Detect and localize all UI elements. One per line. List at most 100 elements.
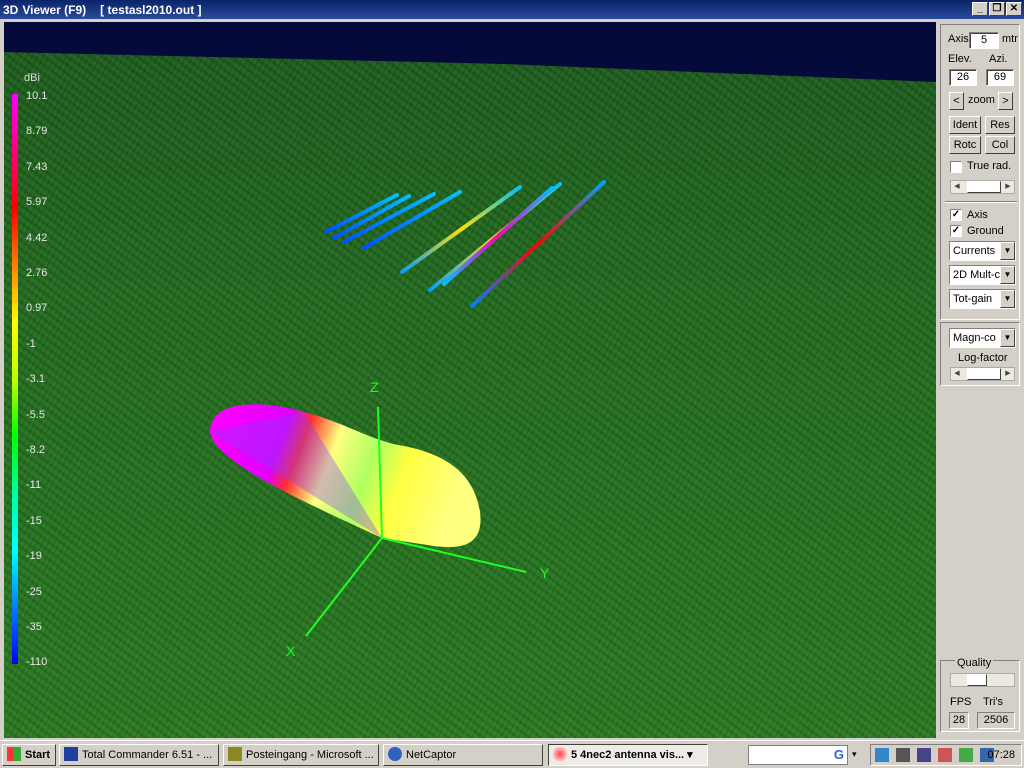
true-rad-checkbox[interactable] — [950, 161, 962, 173]
legend-value: -110 — [26, 656, 48, 669]
google-search-input[interactable]: G — [748, 745, 848, 765]
close-button[interactable]: ✕ — [1006, 2, 1022, 16]
system-tray: 07:28 — [870, 744, 1022, 766]
pattern-select[interactable]: 2D Mult-c ▼ — [949, 265, 1016, 285]
taskbar-item-netcaptor[interactable]: NetCaptor — [383, 744, 543, 766]
google-icon: G — [833, 747, 844, 762]
legend-value: 0.97 — [26, 302, 48, 315]
legend-value: -1 — [26, 337, 36, 350]
antenna-scene: Z Y X — [210, 180, 606, 659]
chevron-down-icon[interactable]: ▼ — [1000, 329, 1015, 347]
azi-label: Azi. — [989, 53, 1008, 65]
chevron-down-icon[interactable]: ▾ — [852, 749, 857, 760]
axis-checkbox[interactable]: ✓ — [950, 209, 962, 221]
axis-label-x: X — [286, 643, 296, 659]
axis-size-input[interactable]: 5 — [969, 32, 999, 49]
chevron-down-icon[interactable]: ▼ — [1000, 266, 1015, 284]
quality-slider[interactable] — [950, 673, 1015, 687]
3d-viewport[interactable]: Z Y X dBi 10.1 8.79 7.43 5.97 4.42 2.76 0.97 -1… — [4, 22, 936, 738]
taskbar-item-total-commander[interactable]: Total Commander 6.51 - ... — [59, 744, 219, 766]
quality-label: Quality — [955, 657, 994, 669]
pattern-select-value: 2D Mult-c — [953, 269, 1001, 281]
tray-icons[interactable] — [875, 748, 998, 762]
window-title: Viewer (F9) — [22, 2, 87, 17]
start-label: Start — [25, 749, 51, 761]
zoom-in-button[interactable]: > — [998, 92, 1013, 110]
legend-value: -35 — [26, 621, 42, 633]
view-group: Axis 5 mtr Elev. Azi. 26 69 < zoom > Ide… — [940, 24, 1020, 320]
tris-label: Tri's — [983, 696, 1004, 708]
taskbar-item-label: 5 4nec2 antenna vis... — [571, 749, 685, 761]
antenna-elements — [324, 180, 606, 308]
taskbar-item-label: Total Commander 6.51 - ... — [82, 749, 213, 761]
title-bar: 3D Viewer (F9) [ testasl2010.out ] _ ❐ ✕ — [0, 0, 1024, 19]
gain-select[interactable]: Tot-gain ▼ — [949, 289, 1016, 309]
true-rad-label: True rad. — [967, 160, 1012, 172]
res-button[interactable]: Res — [985, 116, 1015, 134]
legend-value: 7.43 — [26, 160, 48, 173]
zoom-out-button[interactable]: < — [949, 92, 964, 110]
outlook-icon — [228, 747, 242, 761]
axis-label-y: Y — [540, 565, 550, 581]
antenna-icon — [553, 747, 567, 761]
taskbar-item-posteingang[interactable]: Posteingang - Microsoft ... — [223, 744, 379, 766]
legend-value: 2.76 — [26, 267, 48, 279]
legend-value: -5.5 — [26, 408, 45, 421]
color-legend: dBi 10.1 8.79 7.43 5.97 4.42 2.76 0.97 -1 -3.1 -5… — [10, 70, 70, 670]
legend-unit: dBi — [24, 72, 40, 84]
window-file: [ testasl2010.out ] — [100, 2, 202, 17]
legend-value: -11 — [26, 479, 42, 492]
legend-value: 10.1 — [26, 90, 48, 102]
fps-value: 28 — [949, 712, 969, 729]
axis-label-z: Z — [370, 379, 379, 395]
chevron-down-icon[interactable]: ▼ — [1000, 290, 1015, 308]
rotc-button[interactable]: Rotc — [949, 136, 981, 154]
legend-value: -25 — [26, 585, 42, 598]
fps-label: FPS — [950, 696, 972, 708]
field-group: Magn-co ▼ Log-factor ◀ ▶ — [940, 322, 1020, 386]
divider — [945, 201, 1017, 203]
taskbar: Start Total Commander 6.51 - ... Postein… — [0, 740, 1024, 768]
log-factor-slider[interactable]: ◀ ▶ — [950, 367, 1015, 381]
legend-color-bar — [12, 94, 18, 664]
taskbar-item-4nec2[interactable]: 5 4nec2 antenna vis... ▾ — [548, 744, 708, 766]
minimize-button[interactable]: _ — [972, 2, 988, 16]
legend-value: -3.1 — [26, 373, 45, 386]
field-select-value: Magn-co — [953, 332, 996, 344]
log-factor-label: Log-factor — [958, 352, 1008, 364]
chevron-down-icon[interactable]: ▼ — [1000, 242, 1015, 260]
axis-label: Axis — [948, 33, 969, 45]
axis-unit: mtr — [1002, 33, 1018, 45]
windows-logo-icon — [7, 747, 21, 761]
netcaptor-icon — [388, 747, 402, 761]
legend-value: 4.42 — [26, 231, 48, 244]
clock: 07:28 — [987, 749, 1015, 761]
field-select[interactable]: Magn-co ▼ — [949, 328, 1016, 348]
floppy-icon — [64, 747, 78, 761]
legend-value: -19 — [26, 550, 42, 563]
start-button[interactable]: Start — [2, 744, 56, 766]
elev-input[interactable]: 26 — [949, 69, 977, 86]
tris-value: 2506 — [977, 712, 1015, 729]
quality-group: Quality FPS Tri's 28 2506 — [940, 657, 1020, 732]
axis-check-label: Axis — [967, 209, 988, 221]
ground-checkbox[interactable]: ✓ — [950, 225, 962, 237]
display-select-value: Currents — [953, 245, 996, 257]
taskbar-item-label: Posteingang - Microsoft ... — [246, 749, 374, 761]
true-rad-slider[interactable]: ◀ ▶ — [950, 180, 1015, 194]
col-button[interactable]: Col — [985, 136, 1015, 154]
maximize-button[interactable]: ❐ — [989, 2, 1005, 16]
legend-value: -8.2 — [26, 444, 45, 456]
legend-value: 5.97 — [26, 196, 48, 209]
ground-check-label: Ground — [967, 225, 1004, 237]
azi-input[interactable]: 69 — [986, 69, 1014, 86]
zoom-label: zoom — [968, 94, 995, 106]
ident-button[interactable]: Ident — [949, 116, 981, 134]
gain-select-value: Tot-gain — [953, 293, 993, 305]
legend-value: 8.79 — [26, 125, 48, 138]
legend-value: -15 — [26, 514, 42, 527]
display-select[interactable]: Currents ▼ — [949, 241, 1016, 261]
app-icon: 3D — [3, 2, 19, 17]
taskbar-item-label: NetCaptor — [406, 749, 457, 761]
elev-label: Elev. — [948, 53, 972, 65]
